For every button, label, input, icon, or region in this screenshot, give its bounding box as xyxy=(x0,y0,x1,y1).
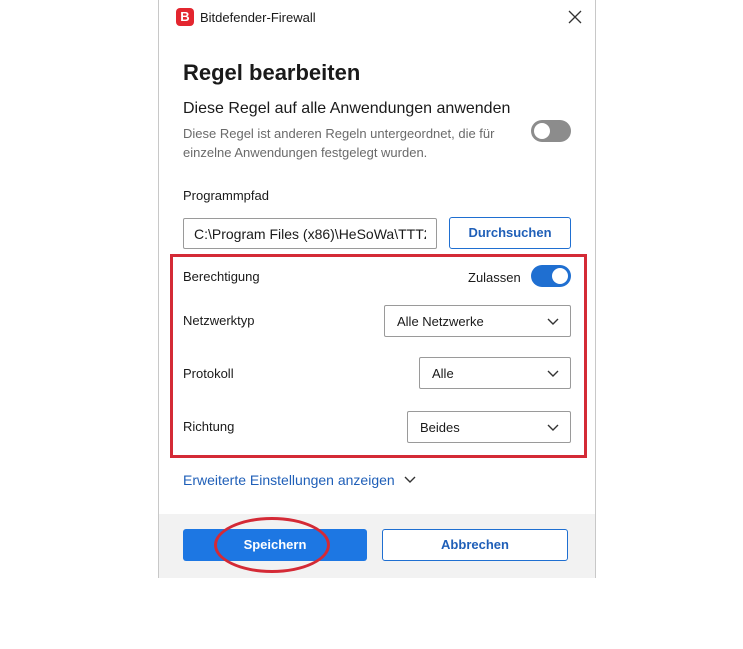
browse-button[interactable]: Durchsuchen xyxy=(449,217,571,249)
annotation-highlight-box xyxy=(170,254,587,458)
annotation-circle xyxy=(214,517,330,573)
advanced-settings-link[interactable]: Erweiterte Einstellungen anzeigen xyxy=(183,472,395,488)
toggle-knob xyxy=(534,123,550,139)
program-path-label: Programmpfad xyxy=(183,188,269,203)
title-bar: B Bitdefender-Firewall xyxy=(159,0,595,36)
chevron-down-icon[interactable] xyxy=(403,474,417,486)
apply-all-toggle[interactable] xyxy=(531,120,571,142)
close-button[interactable] xyxy=(565,7,585,27)
close-icon xyxy=(568,10,582,24)
apply-all-title: Diese Regel auf alle Anwendungen anwende… xyxy=(183,100,511,117)
window-title: Bitdefender-Firewall xyxy=(200,10,316,25)
program-path-input[interactable] xyxy=(183,218,437,249)
bitdefender-logo-icon: B xyxy=(176,8,194,26)
cancel-button[interactable]: Abbrechen xyxy=(382,529,568,561)
page-title: Regel bearbeiten xyxy=(183,60,361,85)
apply-all-description: Diese Regel ist anderen Regeln untergeor… xyxy=(183,126,495,160)
